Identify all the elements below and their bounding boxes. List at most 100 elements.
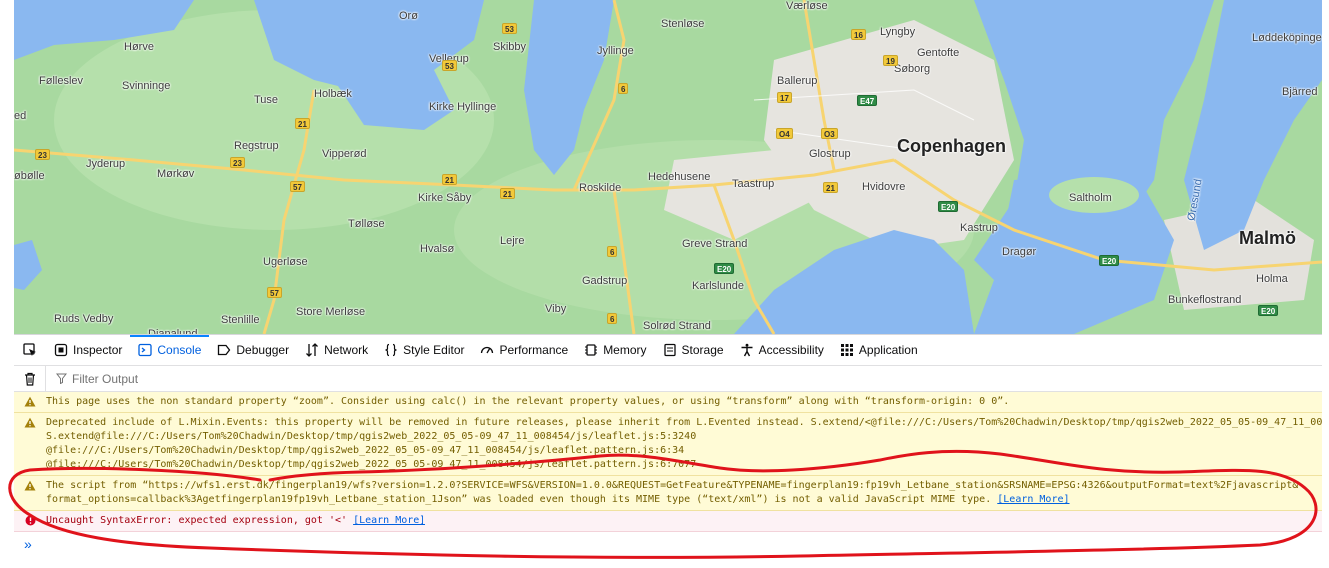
road-number-shield: 16 <box>851 29 866 40</box>
message-text: Uncaught SyntaxError: expected expressio… <box>46 514 425 528</box>
road-number-shield: 21 <box>823 182 838 193</box>
message-level-icon <box>14 514 46 528</box>
element-picker-button[interactable] <box>14 335 46 365</box>
map-place-label: Store Merløse <box>296 306 366 318</box>
tab-style-editor[interactable]: Style Editor <box>376 335 472 365</box>
tab-label: Inspector <box>73 343 123 357</box>
console-prompt-symbol: » <box>24 536 32 552</box>
message-line: format_options=callback%3Agetfingerplan1… <box>46 493 1298 507</box>
error-icon <box>25 515 35 526</box>
tab-performance[interactable]: Performance <box>472 335 576 365</box>
firefox-devtools: Inspector Console Debugger Network Style Edi… <box>14 334 1322 568</box>
map-place-label: Jyderup <box>86 158 126 170</box>
road-number-shield: E20 <box>1258 305 1279 316</box>
road-number-shield: 21 <box>442 174 457 185</box>
learn-more-link[interactable]: [Learn More] <box>353 515 425 526</box>
map-place-label: Skibby <box>493 41 527 53</box>
road-number-shield: O4 <box>776 128 793 139</box>
road-number-shield: 21 <box>295 118 310 129</box>
map-place-label: Kirke Såby <box>418 192 472 204</box>
map-place-label: Ballerup <box>777 75 818 87</box>
road-number-shield: E20 <box>714 263 735 274</box>
map-place-label: Jyllinge <box>597 45 634 57</box>
console-error-message[interactable]: Uncaught SyntaxError: expected expressio… <box>14 511 1322 532</box>
tab-application[interactable]: Application <box>832 335 926 365</box>
filter-output-input[interactable]: Filter Output <box>46 372 138 386</box>
console-warning-message[interactable]: The script from “https://wfs1.erst.dk/fi… <box>14 476 1322 511</box>
map-place-label: Værløse <box>786 0 828 12</box>
map-place-label: Hvidovre <box>862 181 906 193</box>
accessibility-icon <box>741 343 753 357</box>
message-line: Deprecated include of L.Mixin.Events: th… <box>46 416 1322 430</box>
map-place-label: Dragør <box>1002 246 1037 258</box>
trash-icon <box>24 372 35 386</box>
road-number-shield: 57 <box>267 287 282 298</box>
message-line: S.extend@file:///C:/Users/Tom%20Chadwin/… <box>46 430 1322 444</box>
devtools-tabs: Inspector Console Debugger Network Style Edi… <box>46 335 926 365</box>
map-place-label: Hvalsø <box>420 243 455 255</box>
console-messages: This page uses the non standard property… <box>14 392 1322 532</box>
console-icon <box>138 343 153 357</box>
map-place-label: Viby <box>545 303 567 315</box>
tab-accessibility[interactable]: Accessibility <box>732 335 832 365</box>
map-place-label: Greve Strand <box>682 238 748 250</box>
tab-label: Performance <box>499 343 569 357</box>
learn-more-link[interactable]: [Learn More] <box>997 494 1069 505</box>
message-text: The script from “https://wfs1.erst.dk/fi… <box>46 479 1298 507</box>
map-place-label: Mørkøv <box>157 168 195 180</box>
map-place-label: Malmö <box>1239 228 1297 248</box>
inspector-icon <box>54 343 68 357</box>
console-filter-bar: Filter Output <box>14 365 1322 392</box>
map-place-label: Lejre <box>500 235 525 247</box>
message-line-text: @file:///C:/Users/Tom%20Chadwin/Desktop/… <box>46 459 697 470</box>
tab-console[interactable]: Console <box>130 335 210 365</box>
message-line-text: format_options=callback%3Agetfingerplan1… <box>46 494 992 505</box>
road-number-shield: 57 <box>290 181 305 192</box>
tab-inspector[interactable]: Inspector <box>46 335 130 365</box>
memory-icon <box>585 344 598 356</box>
map-place-label: Glostrup <box>809 148 851 160</box>
road-number-shield: 6 <box>607 246 618 257</box>
map-place-label: Følleslev <box>39 75 84 87</box>
message-text: Deprecated include of L.Mixin.Events: th… <box>46 416 1322 472</box>
tab-label: Network <box>324 343 369 357</box>
message-level-icon <box>14 416 46 472</box>
message-level-icon <box>14 395 46 409</box>
warning-icon <box>24 417 36 428</box>
clear-console-button[interactable] <box>14 365 46 392</box>
message-line-text: This page uses the non standard property… <box>46 396 1010 407</box>
tab-network[interactable]: Network <box>297 335 376 365</box>
tab-label: Memory <box>603 343 647 357</box>
console-warning-message[interactable]: Deprecated include of L.Mixin.Events: th… <box>14 413 1322 476</box>
tab-debugger[interactable]: Debugger <box>209 335 297 365</box>
message-line-text: The script from “https://wfs1.erst.dk/fi… <box>46 480 1299 491</box>
road-number-shield: 23 <box>230 157 245 168</box>
message-line-text: S.extend@file:///C:/Users/Tom%20Chadwin/… <box>46 431 697 442</box>
map-place-label: Søborg <box>894 63 931 75</box>
map-place-label: Løddeköpinge <box>1252 32 1322 44</box>
warning-icon <box>24 480 36 491</box>
map-place-label: Kastrup <box>960 222 998 234</box>
tab-storage[interactable]: Storage <box>655 335 732 365</box>
map-place-label: Solrød Strand <box>643 320 711 332</box>
console-warning-message[interactable]: This page uses the non standard property… <box>14 392 1322 413</box>
console-input[interactable]: » <box>14 532 1322 556</box>
devtools-toolbar: Inspector Console Debugger Network Style Edi… <box>14 335 1322 366</box>
tab-memory[interactable]: Memory <box>576 335 654 365</box>
filter-icon <box>56 373 67 384</box>
style-editor-icon <box>385 343 397 357</box>
road-number-shield: 6 <box>607 313 618 324</box>
map-place-label: Saltholm <box>1069 192 1112 204</box>
message-line-text: Uncaught SyntaxError: expected expressio… <box>46 515 348 526</box>
map-place-label: Roskilde <box>579 182 622 194</box>
map-place-label: Gadstrup <box>582 275 628 287</box>
map-place-label: Taastrup <box>732 178 775 190</box>
map-place-label: Hørve <box>124 41 154 53</box>
browser-page: Orø Stenløse Værløse Lyngby Gentofte Løddeköp… <box>0 0 1329 568</box>
performance-icon <box>481 346 494 354</box>
network-icon <box>306 343 319 357</box>
leaflet-map[interactable]: Orø Stenløse Værløse Lyngby Gentofte Løddeköp… <box>14 0 1322 334</box>
map-place-label: Tuse <box>254 94 279 106</box>
message-line: This page uses the non standard property… <box>46 395 1009 409</box>
tab-label: Console <box>157 343 202 357</box>
